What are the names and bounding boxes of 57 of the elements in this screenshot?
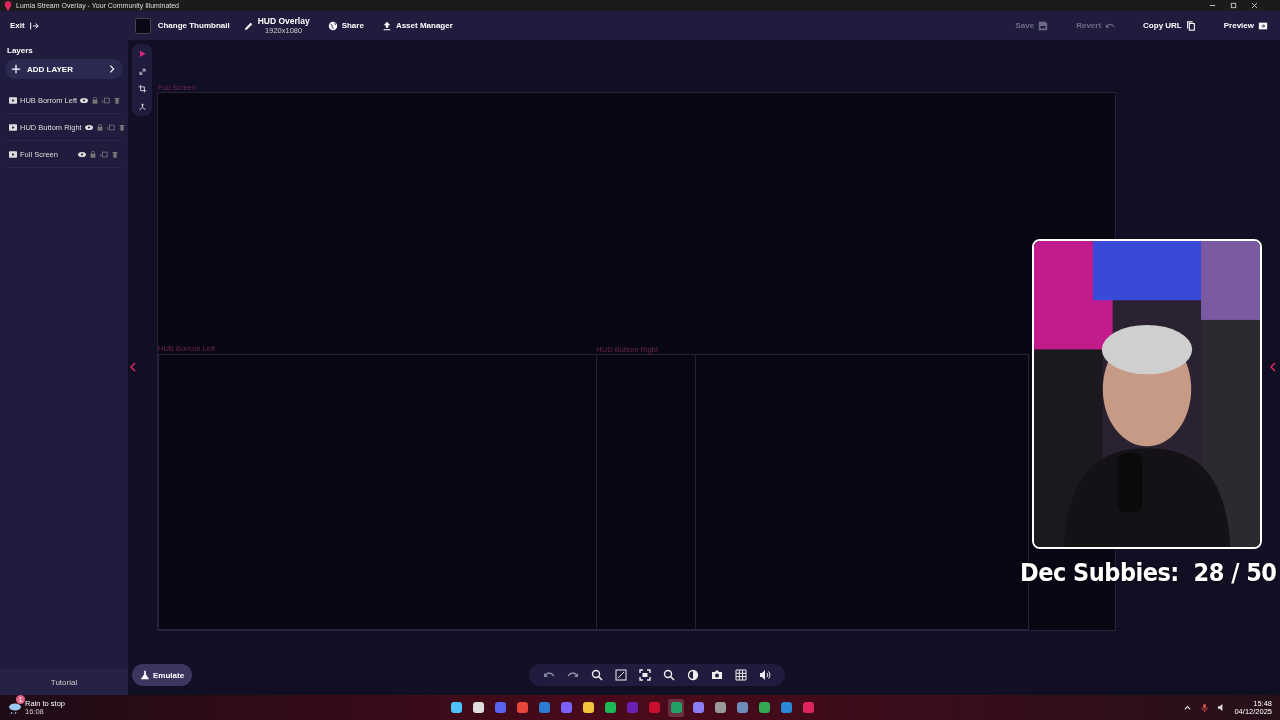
emulate-button[interactable]: Emulate	[132, 664, 193, 686]
subscriber-goal-text: Dec Subbies: 28 / 50	[1020, 558, 1277, 587]
trash-icon[interactable]	[113, 96, 122, 104]
copy-icon	[1185, 20, 1196, 31]
pencil-icon[interactable]	[243, 20, 254, 31]
expand-icon[interactable]	[137, 67, 147, 75]
camera-icon[interactable]	[711, 669, 724, 681]
share-button[interactable]: Share	[323, 18, 368, 33]
globe-icon	[327, 20, 338, 31]
contrast-icon[interactable]	[687, 669, 700, 681]
tutorial-button[interactable]: Tutorial	[0, 669, 128, 695]
chevron-icon	[107, 64, 117, 74]
add-layer-button[interactable]: ADD LAYER	[5, 59, 123, 79]
close-icon[interactable]	[1251, 2, 1258, 9]
grid-icon[interactable]	[735, 669, 748, 681]
crop-icon[interactable]	[137, 85, 147, 93]
lock-icon[interactable]	[95, 123, 104, 131]
trash-icon[interactable]	[117, 123, 126, 131]
video-icon	[9, 150, 17, 158]
copy-url-button[interactable]: Copy URL	[1139, 18, 1200, 33]
restore-icon[interactable]	[1230, 2, 1237, 9]
plus-icon	[11, 64, 21, 74]
fullscreen-icon[interactable]	[639, 669, 652, 681]
mic-icon[interactable]	[1200, 703, 1210, 712]
duplicate-icon[interactable]	[100, 150, 108, 158]
zoom-in-icon[interactable]	[591, 669, 604, 681]
preview-button[interactable]: Preview	[1219, 18, 1272, 33]
change-thumbnail-button[interactable]: Change Thumbnail	[130, 15, 234, 36]
duplicate-icon[interactable]	[102, 96, 111, 104]
chevron-left-icon[interactable]	[1270, 362, 1276, 372]
exit-button[interactable]: Exit	[6, 18, 43, 33]
zoom-out-icon[interactable]	[663, 669, 676, 681]
chevron-up-icon[interactable]	[1183, 703, 1193, 712]
anchor-icon[interactable]	[137, 102, 147, 110]
fit-icon[interactable]	[615, 669, 628, 681]
overlay-name: HUD Overlay	[257, 16, 310, 26]
eye-icon[interactable]	[78, 150, 86, 158]
chevron-left-icon[interactable]	[130, 362, 136, 372]
eye-icon[interactable]	[80, 96, 89, 104]
minimize-icon[interactable]	[1209, 2, 1216, 9]
asset-manager-button[interactable]: Asset Manager	[377, 18, 457, 33]
trash-icon[interactable]	[111, 150, 119, 158]
layers-heading: Layers	[7, 46, 34, 55]
duplicate-icon[interactable]	[106, 123, 115, 131]
video-icon	[9, 96, 17, 104]
flask-icon	[140, 670, 150, 680]
video-icon	[9, 123, 17, 131]
floppy-icon	[1038, 20, 1049, 31]
exit-icon	[28, 20, 39, 31]
pin-icon	[4, 0, 12, 11]
preview-icon	[1258, 20, 1268, 31]
upload-icon	[381, 20, 392, 31]
lock-icon[interactable]	[91, 96, 100, 104]
eye-icon[interactable]	[84, 123, 93, 131]
speaker-icon[interactable]	[759, 669, 772, 681]
pointer-icon[interactable]	[137, 50, 147, 58]
lock-icon[interactable]	[89, 150, 97, 158]
